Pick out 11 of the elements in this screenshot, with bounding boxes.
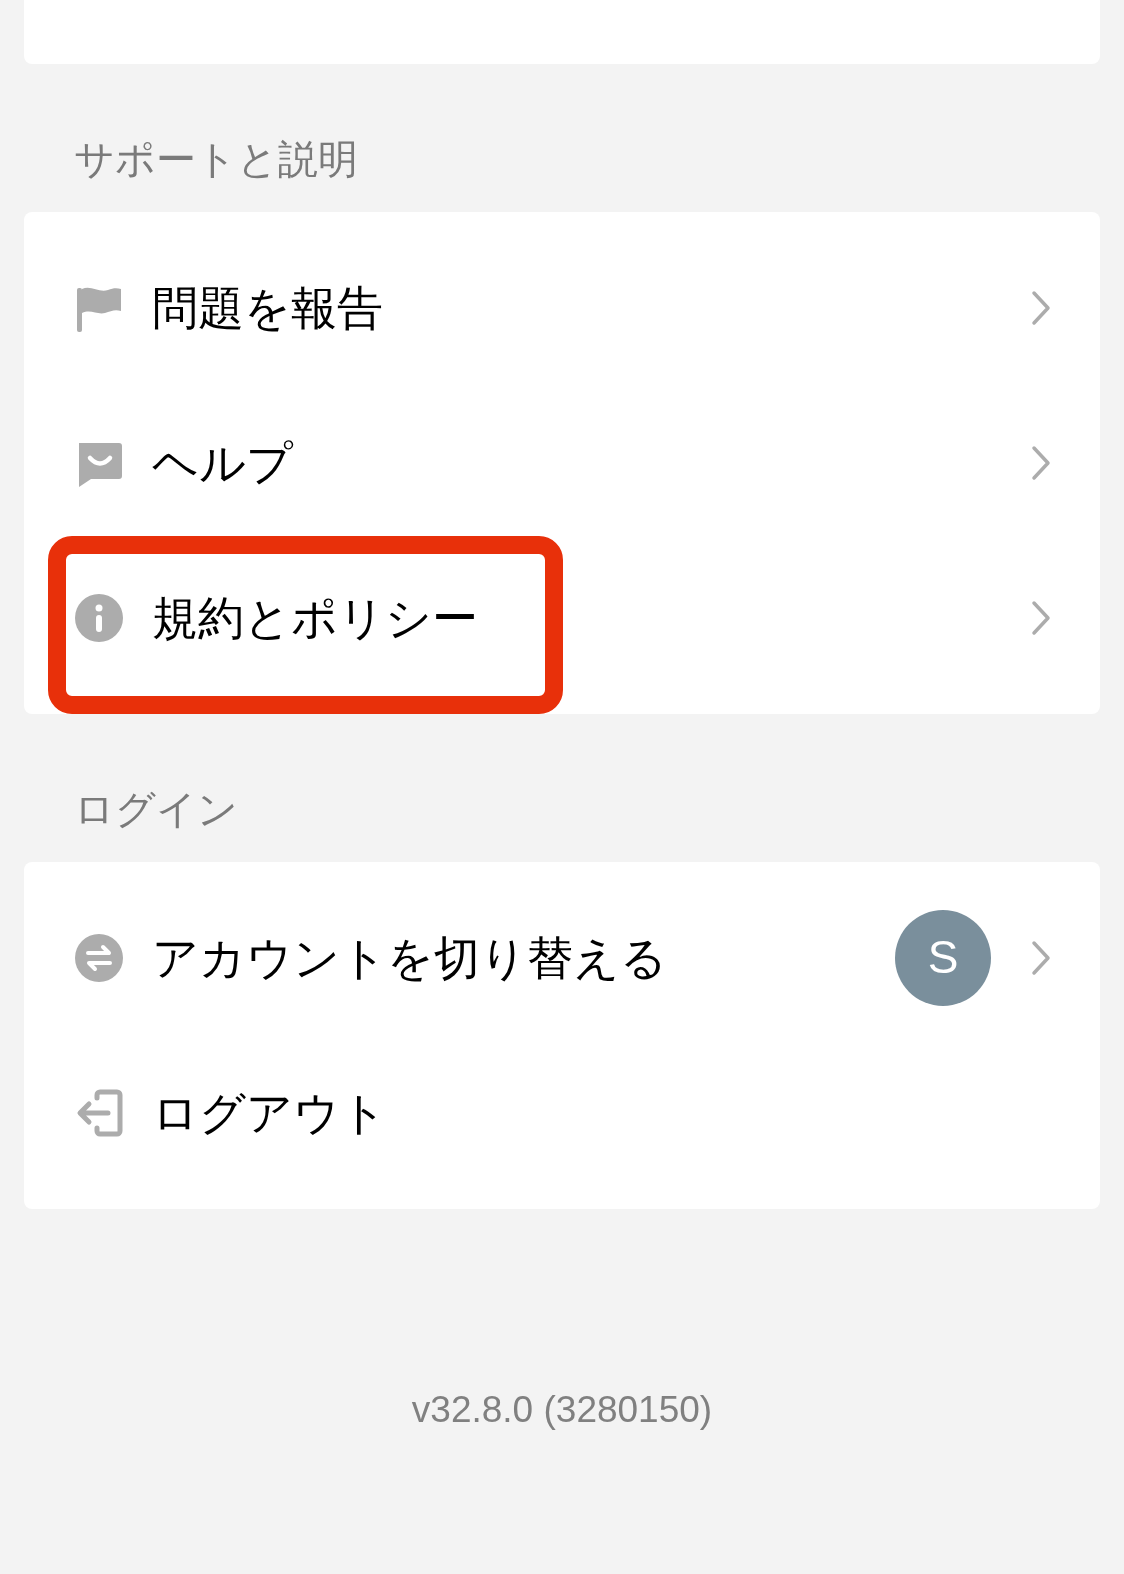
version-text: v32.8.0 (3280150) (411, 1388, 713, 1432)
section-title: サポートと説明 (74, 137, 358, 181)
menu-item-label[interactable]: ログアウト (152, 1085, 387, 1140)
menu-item-label[interactable]: 問題を報告 (152, 280, 383, 335)
swap-arrows-icon (75, 933, 123, 982)
info-icon (75, 593, 123, 642)
menu-item-label[interactable]: アカウントを切り替える (152, 930, 667, 985)
menu-item-label[interactable]: ヘルプ (152, 435, 293, 490)
section-title: ログイン (74, 787, 238, 831)
exit-arrow-icon (75, 1088, 123, 1137)
menu-item-label[interactable]: 規約とポリシー (152, 590, 478, 645)
